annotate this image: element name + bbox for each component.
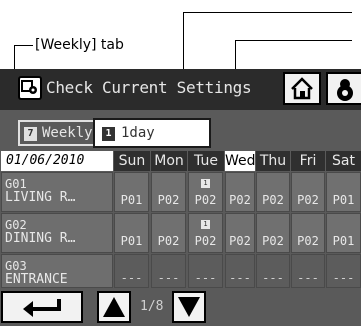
pattern-cell[interactable]: P02 xyxy=(151,213,186,253)
title-bar: Check Current Settings xyxy=(0,69,361,110)
day-tab-icon: 1 xyxy=(102,127,115,141)
pattern-cell[interactable]: --- xyxy=(326,254,361,288)
zone-cell[interactable]: G02 DINING R… xyxy=(1,213,113,253)
pattern-cell[interactable]: P02 xyxy=(256,213,290,253)
tab-1day[interactable]: 1 1day xyxy=(93,118,211,148)
day-header[interactable]: Thu xyxy=(256,151,290,171)
day-header[interactable]: Sat xyxy=(326,151,361,171)
pattern-cell[interactable]: 1 P02 xyxy=(188,172,223,212)
pattern-cell[interactable]: --- xyxy=(256,254,290,288)
check-settings-icon xyxy=(18,76,42,100)
settings-icon xyxy=(337,79,353,101)
callout-line xyxy=(235,40,352,41)
page-indicator: 1/8 xyxy=(140,299,164,314)
pattern-cell[interactable]: P02 xyxy=(151,172,186,212)
home-icon xyxy=(291,77,313,100)
zone-name: LIVING R… xyxy=(5,190,76,205)
up-arrow-icon xyxy=(103,297,125,317)
zone-name: DINING R… xyxy=(5,231,76,246)
tab-weekly-label: Weekly xyxy=(42,125,93,141)
weekly-tab-callout: [Weekly] tab xyxy=(35,37,124,53)
pattern-cell[interactable]: --- xyxy=(114,254,149,288)
pattern-cell[interactable]: P02 xyxy=(225,213,255,253)
callout-line xyxy=(183,12,352,13)
controller-screen: Check Current Settings 7 Weekly 1 1day 0… xyxy=(0,69,361,326)
pattern-value: P02 xyxy=(194,234,217,248)
day-marker-icon: 1 xyxy=(201,220,210,229)
zone-name: ENTRANCE xyxy=(5,272,68,287)
day-header[interactable]: Tue xyxy=(188,151,224,171)
pattern-cell[interactable]: --- xyxy=(188,254,223,288)
scroll-down-button[interactable] xyxy=(172,291,206,323)
pattern-cell[interactable]: P02 xyxy=(225,172,255,212)
return-arrow-icon xyxy=(23,299,61,317)
pattern-cell[interactable]: --- xyxy=(151,254,186,288)
day-header[interactable]: Sun xyxy=(114,151,150,171)
pattern-cell[interactable]: --- xyxy=(225,254,255,288)
pattern-cell[interactable]: 1 P02 xyxy=(188,213,223,253)
pattern-cell[interactable]: P02 xyxy=(291,213,325,253)
callout-line xyxy=(14,45,33,46)
pattern-cell[interactable]: P02 xyxy=(256,172,290,212)
down-arrow-icon xyxy=(178,297,200,317)
pattern-cell[interactable]: P01 xyxy=(326,213,361,253)
weekly-tab-icon: 7 xyxy=(24,127,37,141)
pattern-cell[interactable]: P02 xyxy=(291,172,325,212)
tab-1day-label: 1day xyxy=(121,125,155,141)
page-title: Check Current Settings xyxy=(46,78,252,97)
settings-button[interactable] xyxy=(326,72,361,105)
pattern-value: P02 xyxy=(194,193,217,207)
day-marker-icon: 1 xyxy=(201,179,210,188)
return-button[interactable] xyxy=(1,291,83,323)
day-header-selected[interactable]: Wed xyxy=(225,151,256,171)
schedule-date: 01/06/2010 xyxy=(1,151,113,171)
scroll-up-button[interactable] xyxy=(97,291,131,323)
pattern-cell[interactable]: --- xyxy=(291,254,325,288)
day-header[interactable]: Mon xyxy=(151,151,187,171)
day-header[interactable]: Fri xyxy=(291,151,325,171)
pattern-cell[interactable]: P01 xyxy=(114,172,149,212)
zone-cell[interactable]: G03 ENTRANCE xyxy=(1,254,113,288)
zone-cell[interactable]: G01 LIVING R… xyxy=(1,172,113,212)
pattern-cell[interactable]: P01 xyxy=(114,213,149,253)
pattern-cell[interactable]: P01 xyxy=(326,172,361,212)
home-button[interactable] xyxy=(283,72,321,105)
